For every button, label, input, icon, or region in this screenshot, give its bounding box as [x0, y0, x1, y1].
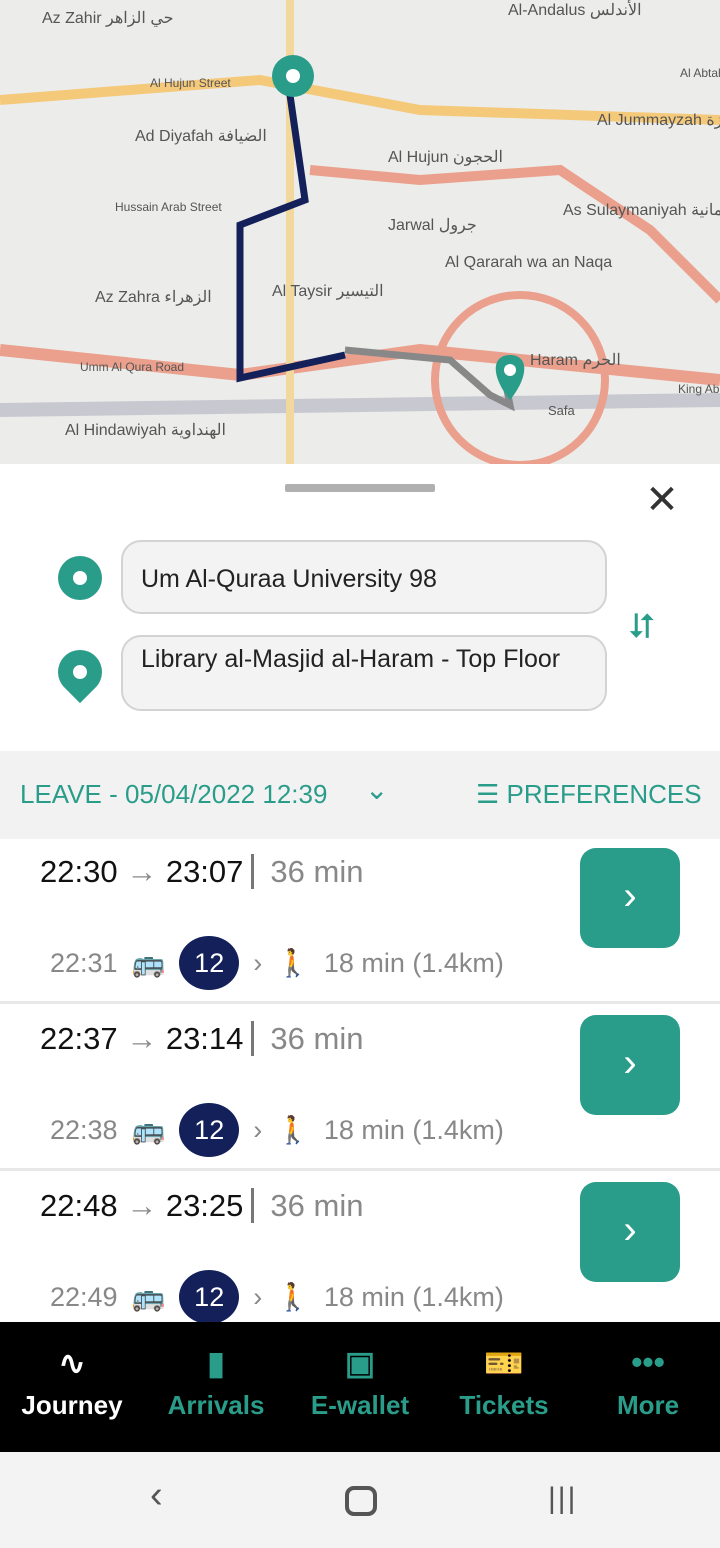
nav-item-journey[interactable]: ∿ Journey	[0, 1322, 144, 1452]
map-label: Al-Andalus الأندلس	[508, 2, 642, 19]
chevron-right-icon: ›	[253, 1281, 263, 1312]
more-icon: •••	[631, 1344, 665, 1380]
walk-icon: 🚶	[276, 948, 310, 978]
arrivals-icon: ▮	[207, 1345, 225, 1381]
walk-info: 18 min (1.4km)	[323, 1281, 504, 1312]
nav-label: More	[616, 1390, 680, 1420]
back-icon[interactable]: ‹	[150, 1474, 163, 1517]
arrow-right-icon: →	[126, 1021, 158, 1056]
journey-sheet: ✕ Um Al-Quraa University 98 Library al-M…	[0, 464, 720, 1338]
map-label: As Sulaymaniyah السليمانية	[563, 202, 720, 219]
map-label: Al Taysir التيسير	[272, 283, 384, 300]
map-label: Ad Diyafah الضيافة	[135, 128, 267, 145]
depart-time: 22:30	[40, 854, 118, 889]
line-badge: 12	[179, 1270, 240, 1324]
map-label: Al Jummayzah الجميزة	[597, 112, 720, 129]
swap-icon[interactable]: ⮃	[628, 608, 655, 647]
drag-handle[interactable]	[285, 484, 435, 492]
duration: 36 min	[251, 1021, 364, 1056]
to-input[interactable]: Library al-Masjid al-Haram - Top Floor	[121, 635, 607, 711]
map-label: Safa	[548, 403, 575, 418]
map-label: Az Zahra الزهراء	[95, 289, 212, 306]
bottom-nav: ∿ Journey ▮ Arrivals ▣ E-wallet 🎫 Tickets ••• Mor…	[0, 1322, 720, 1452]
line-badge: 12	[179, 936, 240, 990]
sliders-icon: ☰	[476, 779, 507, 809]
preferences-label: PREFERENCES	[506, 779, 702, 809]
bus-icon: 🚌	[131, 1115, 166, 1145]
duration: 36 min	[251, 1188, 364, 1223]
journey-icon: ∿	[58, 1345, 86, 1381]
nav-label: E-wallet	[310, 1390, 410, 1420]
nav-label: Journey	[21, 1390, 123, 1420]
board-time: 22:49	[50, 1281, 118, 1312]
map-roads	[0, 0, 720, 464]
nav-label: Arrivals	[167, 1390, 265, 1420]
board-time: 22:31	[50, 947, 118, 978]
nav-item-arrivals[interactable]: ▮ Arrivals	[144, 1322, 288, 1452]
home-icon[interactable]	[345, 1486, 377, 1516]
map-label: Hussain Arab Street	[115, 200, 222, 214]
times: 22:37 → 23:14 36 min	[40, 1021, 364, 1057]
map-label: Al Hujun Street	[150, 76, 231, 90]
walk-info: 18 min (1.4km)	[323, 1114, 504, 1145]
chevron-right-icon: ›	[253, 1114, 263, 1145]
tickets-icon: 🎫	[484, 1345, 524, 1381]
wallet-icon: ▣	[344, 1345, 376, 1381]
open-journey-button[interactable]: ›	[580, 848, 680, 948]
bus-icon: 🚌	[131, 948, 166, 978]
duration: 36 min	[251, 854, 364, 889]
chevron-down-icon[interactable]: ⌄	[365, 773, 388, 806]
arrow-right-icon: →	[126, 1188, 158, 1223]
journey-result-row[interactable]: 22:48 → 23:25 36 min 22:49 🚌 12 › 🚶 18 min (1.…	[0, 1174, 720, 1338]
walk-icon: 🚶	[276, 1282, 310, 1312]
bus-icon: 🚌	[131, 1282, 166, 1312]
nav-item-tickets[interactable]: 🎫 Tickets	[432, 1322, 576, 1452]
depart-time: 22:48	[40, 1188, 118, 1223]
arrive-time: 23:25	[165, 1188, 244, 1223]
depart-time: 22:37	[40, 1021, 118, 1056]
arrive-time: 23:14	[165, 1021, 244, 1056]
arrive-time: 23:07	[165, 854, 244, 889]
walk-icon: 🚶	[276, 1115, 310, 1145]
recents-icon[interactable]: |||	[548, 1482, 577, 1516]
destination-pin-icon	[48, 640, 112, 704]
map[interactable]: Az Zahir حي الزاهر Al Hujun Street Ad Di…	[0, 0, 720, 464]
map-label: Jarwal جرول	[388, 217, 477, 234]
open-journey-button[interactable]: ›	[580, 1182, 680, 1282]
from-input[interactable]: Um Al-Quraa University 98	[121, 540, 607, 614]
open-journey-button[interactable]: ›	[580, 1015, 680, 1115]
destination-marker	[495, 355, 525, 400]
nav-label: Tickets	[459, 1390, 549, 1420]
map-label: Az Zahir حي الزاهر	[42, 10, 174, 27]
chevron-right-icon: ›	[253, 947, 263, 978]
origin-icon	[58, 556, 102, 600]
map-label: Umm Al Qura Road	[80, 360, 185, 374]
nav-item-e-wallet[interactable]: ▣ E-wallet	[288, 1322, 432, 1452]
arrow-right-icon: →	[126, 854, 158, 889]
times: 22:48 → 23:25 36 min	[40, 1188, 364, 1224]
close-icon[interactable]: ✕	[640, 480, 684, 524]
walk-info: 18 min (1.4km)	[323, 947, 504, 978]
times: 22:30 → 23:07 36 min	[40, 854, 364, 890]
map-label: Al Abtah	[680, 66, 720, 80]
board-time: 22:38	[50, 1114, 118, 1145]
map-label: King Ab	[678, 382, 720, 396]
journey-result-row[interactable]: 22:37 → 23:14 36 min 22:38 🚌 12 › 🚶 18 min (1.…	[0, 1007, 720, 1171]
map-label: Al Hujun الحجون	[388, 149, 503, 166]
options-bar: LEAVE - 05/04/2022 12:39 ⌄ ☰ PREFERENCES	[0, 751, 720, 839]
line-badge: 12	[179, 1103, 240, 1157]
preferences-button[interactable]: ☰ PREFERENCES	[476, 779, 702, 810]
journey-result-row[interactable]: 22:30 → 23:07 36 min 22:31 🚌 12 › 🚶 18 min (1.…	[0, 840, 720, 1004]
map-label: Haram الحرم	[530, 352, 621, 369]
nav-item-more[interactable]: ••• More	[576, 1322, 720, 1452]
system-nav-bar: ‹ |||	[0, 1452, 720, 1548]
map-label: Al Qararah wa an Naqa	[445, 254, 613, 271]
leave-time-selector[interactable]: LEAVE - 05/04/2022 12:39	[20, 779, 327, 810]
map-label: Al Hindawiyah الهنداوية	[65, 422, 226, 439]
